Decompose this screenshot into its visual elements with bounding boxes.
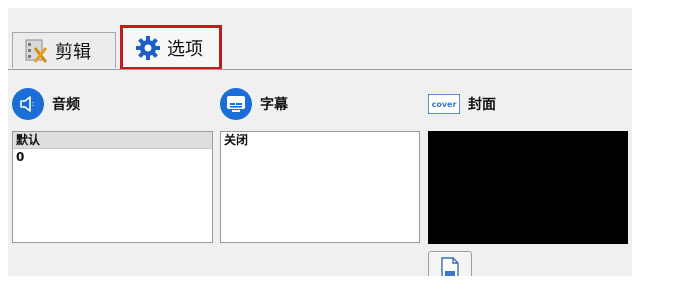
speaker-icon	[12, 88, 44, 120]
tab-divider	[8, 69, 632, 70]
tab-options[interactable]: 选项	[120, 25, 222, 70]
tab-edit[interactable]: 剪辑	[12, 32, 116, 68]
subtitle-header: 字幕	[220, 88, 288, 120]
app-window: 剪辑 选项 音频 默认 0 字幕 关闭 cover 封面	[8, 8, 632, 276]
cover-icon-text: cover	[431, 99, 457, 109]
cover-preview[interactable]	[428, 131, 628, 244]
audio-header: 音频	[12, 88, 80, 120]
tab-edit-label: 剪辑	[55, 41, 91, 63]
document-icon	[439, 256, 461, 276]
gear-icon	[135, 35, 161, 61]
cover-file-button[interactable]	[428, 251, 472, 276]
audio-list[interactable]: 默认 0	[12, 131, 213, 243]
tab-options-label: 选项	[167, 38, 203, 60]
audio-list-header[interactable]: 默认	[13, 132, 212, 149]
film-scissors-icon	[23, 38, 49, 64]
cover-title: 封面	[468, 97, 496, 113]
cover-header: cover 封面	[428, 88, 496, 120]
cover-icon: cover	[428, 94, 460, 114]
tab-bar: 剪辑 选项	[8, 8, 632, 70]
audio-list-item[interactable]: 0	[13, 149, 212, 165]
subtitle-icon	[220, 88, 252, 120]
subtitle-list-item[interactable]: 关闭	[221, 132, 419, 148]
subtitle-list[interactable]: 关闭	[220, 131, 420, 243]
subtitle-title: 字幕	[260, 97, 288, 113]
audio-title: 音频	[52, 97, 80, 113]
